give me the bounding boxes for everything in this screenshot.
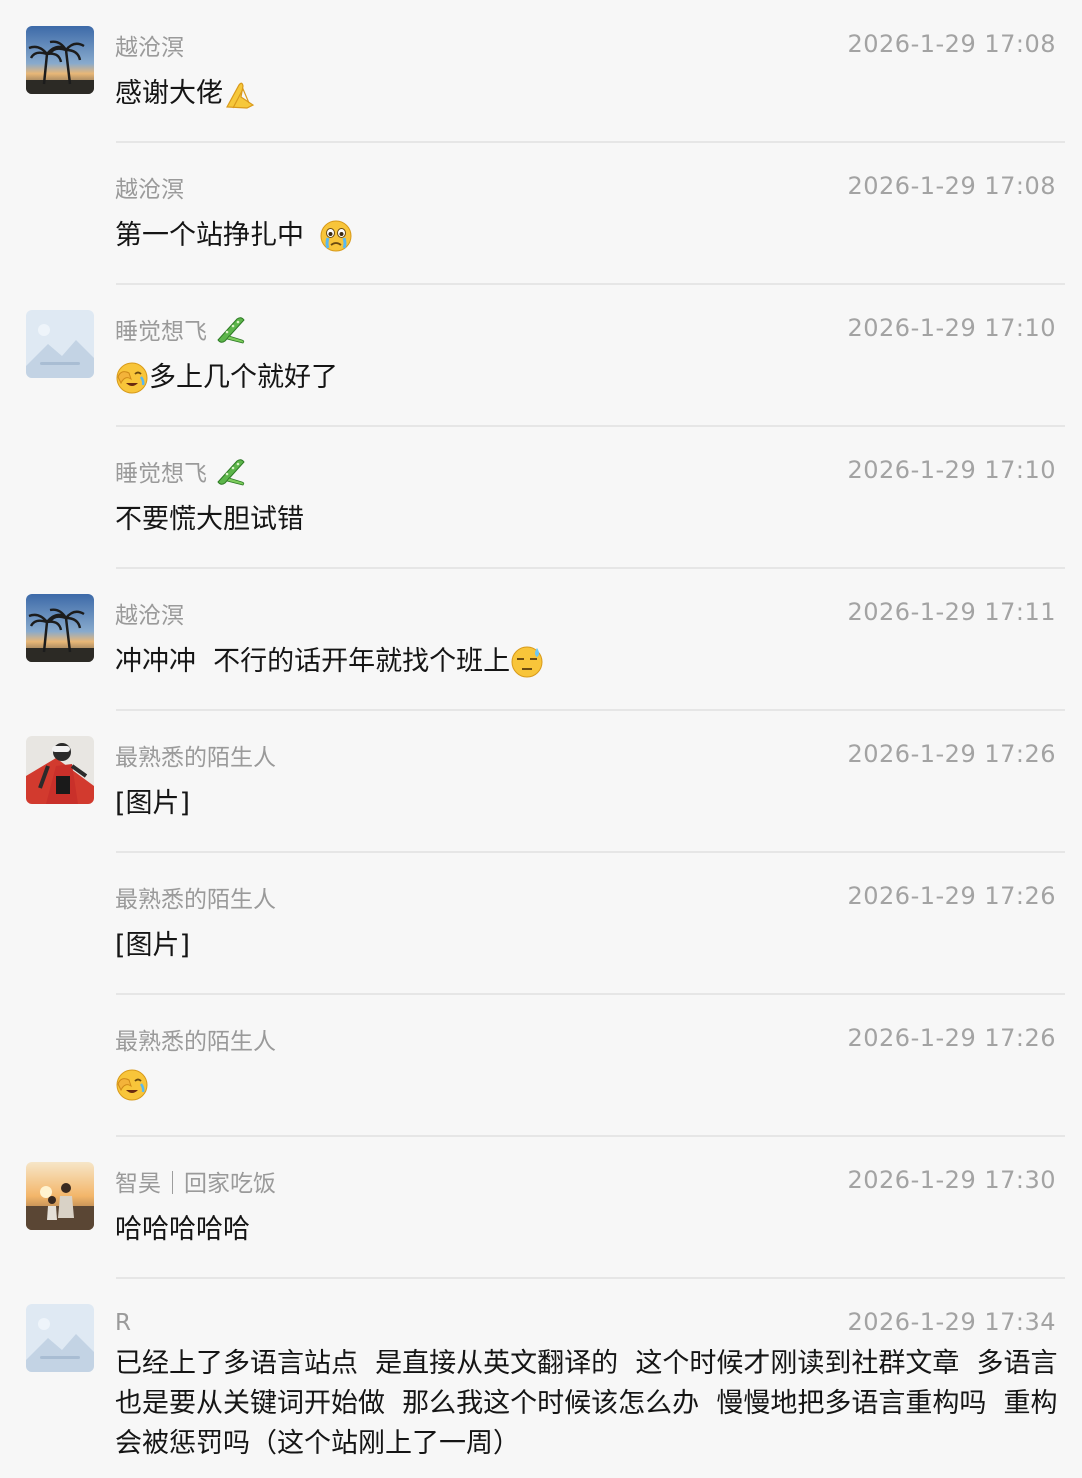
- message-timestamp: 2026-1-29 17:10: [847, 314, 1056, 342]
- message-content: [图片]: [115, 926, 1058, 966]
- sender-name[interactable]: 越沧溟: [115, 596, 184, 630]
- sender-name[interactable]: 越沧溟: [115, 28, 184, 62]
- message-content: 不要慌大胆试错: [115, 500, 1058, 540]
- message-timestamp: 2026-1-29 17:26: [847, 1024, 1056, 1052]
- cucumber-icon: [217, 317, 245, 344]
- message-item: R 2026-1-29 17:34 已经上了多语言站点 是直接从英文翻译的 这个…: [0, 1278, 1082, 1478]
- image-placeholder-text[interactable]: [图片]: [115, 784, 190, 824]
- message-text: 哈哈哈哈哈: [115, 1214, 250, 1245]
- sender-name[interactable]: 越沧溟: [115, 170, 184, 204]
- facepalm-icon: [115, 1068, 149, 1102]
- message-item: 睡觉想飞 2026-1-29 17:10 不要慌大胆试错: [0, 426, 1082, 569]
- avatar[interactable]: [26, 1162, 94, 1230]
- sender-name[interactable]: 智昊｜回家吃饭: [115, 1164, 276, 1198]
- message-item: 最熟悉的陌生人 2026-1-29 17:26 [图片]: [0, 852, 1082, 995]
- message-timestamp: 2026-1-29 17:26: [847, 882, 1056, 910]
- message-item: 睡觉想飞 2026-1-29 17:10 多上几个就好了: [0, 284, 1082, 427]
- message-item: 最熟悉的陌生人 2026-1-29 17:26 [图片]: [0, 710, 1082, 853]
- message-timestamp: 2026-1-29 17:08: [847, 172, 1056, 200]
- message-timestamp: 2026-1-29 17:30: [847, 1166, 1056, 1194]
- message-item: 智昊｜回家吃饭 2026-1-29 17:30 哈哈哈哈哈: [0, 1136, 1082, 1279]
- avatar[interactable]: [26, 736, 94, 804]
- folded-hands-icon: [223, 77, 257, 111]
- message-timestamp: 2026-1-29 17:26: [847, 740, 1056, 768]
- message-text: 第一个站挣扎中: [115, 220, 313, 251]
- cucumber-icon: [217, 459, 245, 486]
- message-text: 多上几个就好了: [149, 362, 338, 393]
- message-content: 已经上了多语言站点 是直接从英文翻译的 这个时候才刚读到社群文章 多语言也是要从…: [115, 1344, 1058, 1464]
- message-content: [图片]: [115, 784, 1058, 824]
- message-text: 已经上了多语言站点 是直接从英文翻译的 这个时候才刚读到社群文章 多语言也是要从…: [115, 1348, 1058, 1459]
- sender-name[interactable]: 最熟悉的陌生人: [115, 880, 276, 914]
- message-content: 冲冲冲 不行的话开年就找个班上: [115, 642, 1058, 682]
- message-content: 感谢大佬: [115, 74, 1058, 114]
- crying-face-icon: [319, 219, 353, 253]
- message-timestamp: 2026-1-29 17:34: [847, 1308, 1056, 1336]
- sweat-face-icon: [510, 645, 544, 679]
- message-text: 不要慌大胆试错: [115, 504, 304, 535]
- avatar[interactable]: [26, 26, 94, 94]
- sender-name[interactable]: 睡觉想飞: [115, 454, 207, 488]
- message-content: 哈哈哈哈哈: [115, 1210, 1058, 1250]
- sender-name[interactable]: 最熟悉的陌生人: [115, 738, 276, 772]
- message-timestamp: 2026-1-29 17:08: [847, 30, 1056, 58]
- message-text: 冲冲冲 不行的话开年就找个班上: [115, 646, 511, 677]
- message-content: 多上几个就好了: [115, 358, 1058, 398]
- message-item: 越沧溟 2026-1-29 17:11 冲冲冲 不行的话开年就找个班上: [0, 568, 1082, 711]
- message-content: 第一个站挣扎中: [115, 216, 1058, 256]
- message-content: [115, 1068, 1058, 1102]
- sender-name[interactable]: R: [115, 1310, 131, 1336]
- message-text: 感谢大佬: [115, 78, 223, 109]
- message-timestamp: 2026-1-29 17:11: [847, 598, 1056, 626]
- sender-name[interactable]: 最熟悉的陌生人: [115, 1022, 276, 1056]
- avatar[interactable]: [26, 594, 94, 662]
- sender-name[interactable]: 睡觉想飞: [115, 312, 207, 346]
- avatar[interactable]: [26, 310, 94, 378]
- message-timestamp: 2026-1-29 17:10: [847, 456, 1056, 484]
- chat-message-list[interactable]: 越沧溟 2026-1-29 17:08 感谢大佬 越沧溟 2026-1-29 1…: [0, 0, 1082, 1478]
- facepalm-icon: [115, 361, 149, 395]
- message-item: 越沧溟 2026-1-29 17:08 感谢大佬: [0, 0, 1082, 143]
- avatar[interactable]: [26, 1304, 94, 1372]
- message-item: 最熟悉的陌生人 2026-1-29 17:26: [0, 994, 1082, 1137]
- image-placeholder-text[interactable]: [图片]: [115, 926, 190, 966]
- message-item: 越沧溟 2026-1-29 17:08 第一个站挣扎中: [0, 142, 1082, 285]
